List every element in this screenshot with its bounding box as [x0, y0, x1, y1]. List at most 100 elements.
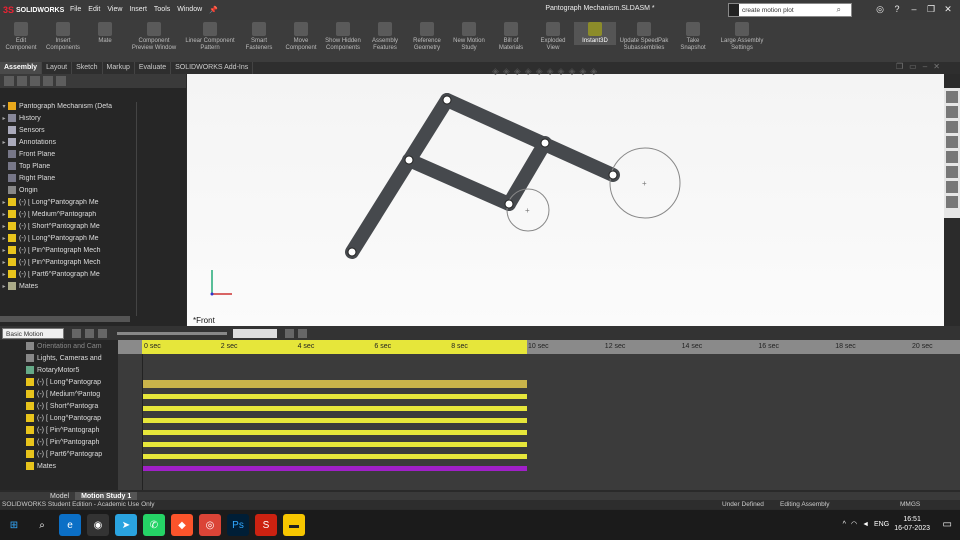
play-icon[interactable]: [85, 328, 94, 338]
forum-icon[interactable]: [946, 181, 958, 193]
feature-tree-tab-icon[interactable]: [4, 76, 14, 86]
ribbon-button[interactable]: Exploded View: [532, 22, 574, 52]
tray-chevron-icon[interactable]: ^: [843, 521, 846, 528]
expand-arrow-icon[interactable]: ▸: [0, 259, 8, 266]
pantograph-model[interactable]: + +: [187, 74, 944, 326]
close-icon[interactable]: ✕: [942, 3, 954, 15]
solidworks-red-icon[interactable]: [946, 196, 958, 208]
timeline[interactable]: 0 sec 2 sec 4 sec 6 sec 8 sec 10 sec 12 sec 14 …: [118, 340, 960, 490]
cm-tab[interactable]: SOLIDWORKS Add-Ins: [171, 62, 254, 74]
ribbon-button[interactable]: Linear Component Pattern: [182, 22, 238, 52]
ribbon-button[interactable]: Assembly Features: [364, 22, 406, 52]
restore-icon[interactable]: ❐: [925, 3, 937, 15]
whatsapp-icon[interactable]: ✆: [143, 514, 165, 536]
expand-arrow-icon[interactable]: ▸: [0, 211, 8, 218]
edge-icon[interactable]: e: [59, 514, 81, 536]
ribbon-button[interactable]: New Motion Study: [448, 22, 490, 52]
menu-window[interactable]: Window: [177, 6, 202, 14]
file-explorer-icon[interactable]: [946, 121, 958, 133]
motion-tree-item[interactable]: Lights, Cameras and: [0, 352, 118, 364]
playback-slider[interactable]: [117, 331, 227, 335]
timeline-key-bar[interactable]: [142, 442, 527, 447]
menu-edit[interactable]: Edit: [88, 6, 100, 14]
ribbon-button[interactable]: Show Hidden Components: [322, 22, 364, 52]
menu-file[interactable]: File: [70, 6, 81, 14]
language-indicator[interactable]: ENG: [874, 521, 889, 528]
search-box[interactable]: create motion plot ⌕: [728, 3, 852, 17]
solidworks-resources-icon[interactable]: [946, 91, 958, 103]
ribbon-button[interactable]: Move Component: [280, 22, 322, 52]
notification-icon[interactable]: ▭: [943, 519, 952, 530]
expand-arrow-icon[interactable]: ▸: [0, 223, 8, 230]
dimxpert-tab-icon[interactable]: [43, 76, 53, 86]
ribbon-button[interactable]: Update SpeedPak Subassemblies: [616, 22, 672, 52]
cm-tab[interactable]: Sketch: [72, 62, 103, 74]
expand-arrow-icon[interactable]: ▸: [0, 247, 8, 254]
motion-tree-item[interactable]: RotaryMotor5: [0, 364, 118, 376]
solidworks-logo[interactable]: 3S SOLIDWORKS: [0, 0, 64, 20]
close-view-icon[interactable]: ✕: [933, 62, 940, 71]
design-library-icon[interactable]: [946, 106, 958, 118]
help-settings-icon[interactable]: ◎: [874, 3, 886, 15]
view-palette-icon[interactable]: [946, 136, 958, 148]
search-icon[interactable]: ⌕: [837, 5, 841, 15]
cm-tab[interactable]: Markup: [103, 62, 135, 74]
telegram-icon[interactable]: ➤: [115, 514, 137, 536]
motion-tree-item[interactable]: (-) [ Pin^Pantograph: [0, 436, 118, 448]
playback-speed-select[interactable]: [233, 328, 277, 338]
menu-view[interactable]: View: [107, 6, 122, 14]
ribbon-button[interactable]: Instant3D: [574, 22, 616, 45]
brave-icon[interactable]: ◆: [171, 514, 193, 536]
motor-icon[interactable]: [298, 328, 307, 338]
long-link-right[interactable]: [502, 136, 552, 211]
ribbon-button[interactable]: Edit Component: [0, 22, 42, 52]
calculate-icon[interactable]: [72, 328, 81, 338]
windows-start-icon[interactable]: ⊞: [3, 514, 25, 536]
cm-tab[interactable]: Evaluate: [135, 62, 172, 74]
ribbon-button[interactable]: Component Preview Window: [126, 22, 182, 52]
restore-view-icon[interactable]: ❐: [896, 62, 903, 71]
expand-arrow-icon[interactable]: ▸: [0, 283, 8, 290]
wifi-icon[interactable]: ◠: [851, 520, 857, 528]
menu-tools[interactable]: Tools: [154, 6, 170, 14]
short-link[interactable]: [402, 153, 516, 211]
display-manager-tab-icon[interactable]: [56, 76, 66, 86]
solidworks-taskbar-icon[interactable]: S: [255, 514, 277, 536]
expand-arrow-icon[interactable]: ▸: [0, 199, 8, 206]
search-icon-taskbar[interactable]: ⌕: [31, 514, 53, 536]
timeline-key-bar[interactable]: [142, 394, 527, 399]
motion-tree-item[interactable]: (-) [ Short^Pantogra: [0, 400, 118, 412]
ribbon-button[interactable]: Smart Fasteners: [238, 22, 280, 52]
help-icon[interactable]: ?: [891, 3, 903, 15]
expand-arrow-icon[interactable]: ▸: [0, 235, 8, 242]
motion-tree-item[interactable]: (-) [ Long^Pantograp: [0, 376, 118, 388]
pin-icon[interactable]: 📌: [209, 6, 218, 14]
expand-arrow-icon[interactable]: ▸: [0, 139, 8, 146]
clock[interactable]: 16:51 16-07-2023: [894, 515, 930, 533]
ribbon-button[interactable]: Mate: [84, 22, 126, 45]
motion-tree-item[interactable]: Orientation and Cam: [0, 340, 118, 352]
motion-tree-item[interactable]: (-) [ Part6^Pantograp: [0, 448, 118, 460]
ribbon-button[interactable]: Reference Geometry: [406, 22, 448, 52]
speaker-icon[interactable]: ◄: [862, 521, 869, 528]
menu-insert[interactable]: Insert: [129, 6, 147, 14]
tile-view-icon[interactable]: ▭: [909, 62, 917, 71]
save-animation-icon[interactable]: [285, 328, 294, 338]
expand-arrow-icon[interactable]: ▾: [0, 103, 8, 110]
study-type-dropdown[interactable]: Basic Motion: [2, 327, 64, 339]
motion-tree-item[interactable]: Mates: [0, 460, 118, 472]
photoshop-icon[interactable]: Ps: [227, 514, 249, 536]
configuration-tab-icon[interactable]: [30, 76, 40, 86]
property-manager-tab-icon[interactable]: [17, 76, 27, 86]
minimize-icon[interactable]: –: [908, 3, 920, 15]
timeline-key-bar[interactable]: [142, 380, 527, 388]
timeline-key-bar[interactable]: [142, 454, 527, 459]
custom-properties-icon[interactable]: [946, 166, 958, 178]
tree-scrollbar[interactable]: [0, 316, 130, 322]
cm-tab[interactable]: Assembly: [0, 62, 43, 74]
motion-tree-item[interactable]: (-) [ Medium^Pantog: [0, 388, 118, 400]
motion-tree-item[interactable]: (-) [ Pin^Pantograph: [0, 424, 118, 436]
expand-arrow-icon[interactable]: ▸: [0, 115, 8, 122]
timeline-key-bar[interactable]: [142, 418, 527, 423]
motion-tree-item[interactable]: (-) [ Long^Pantograp: [0, 412, 118, 424]
